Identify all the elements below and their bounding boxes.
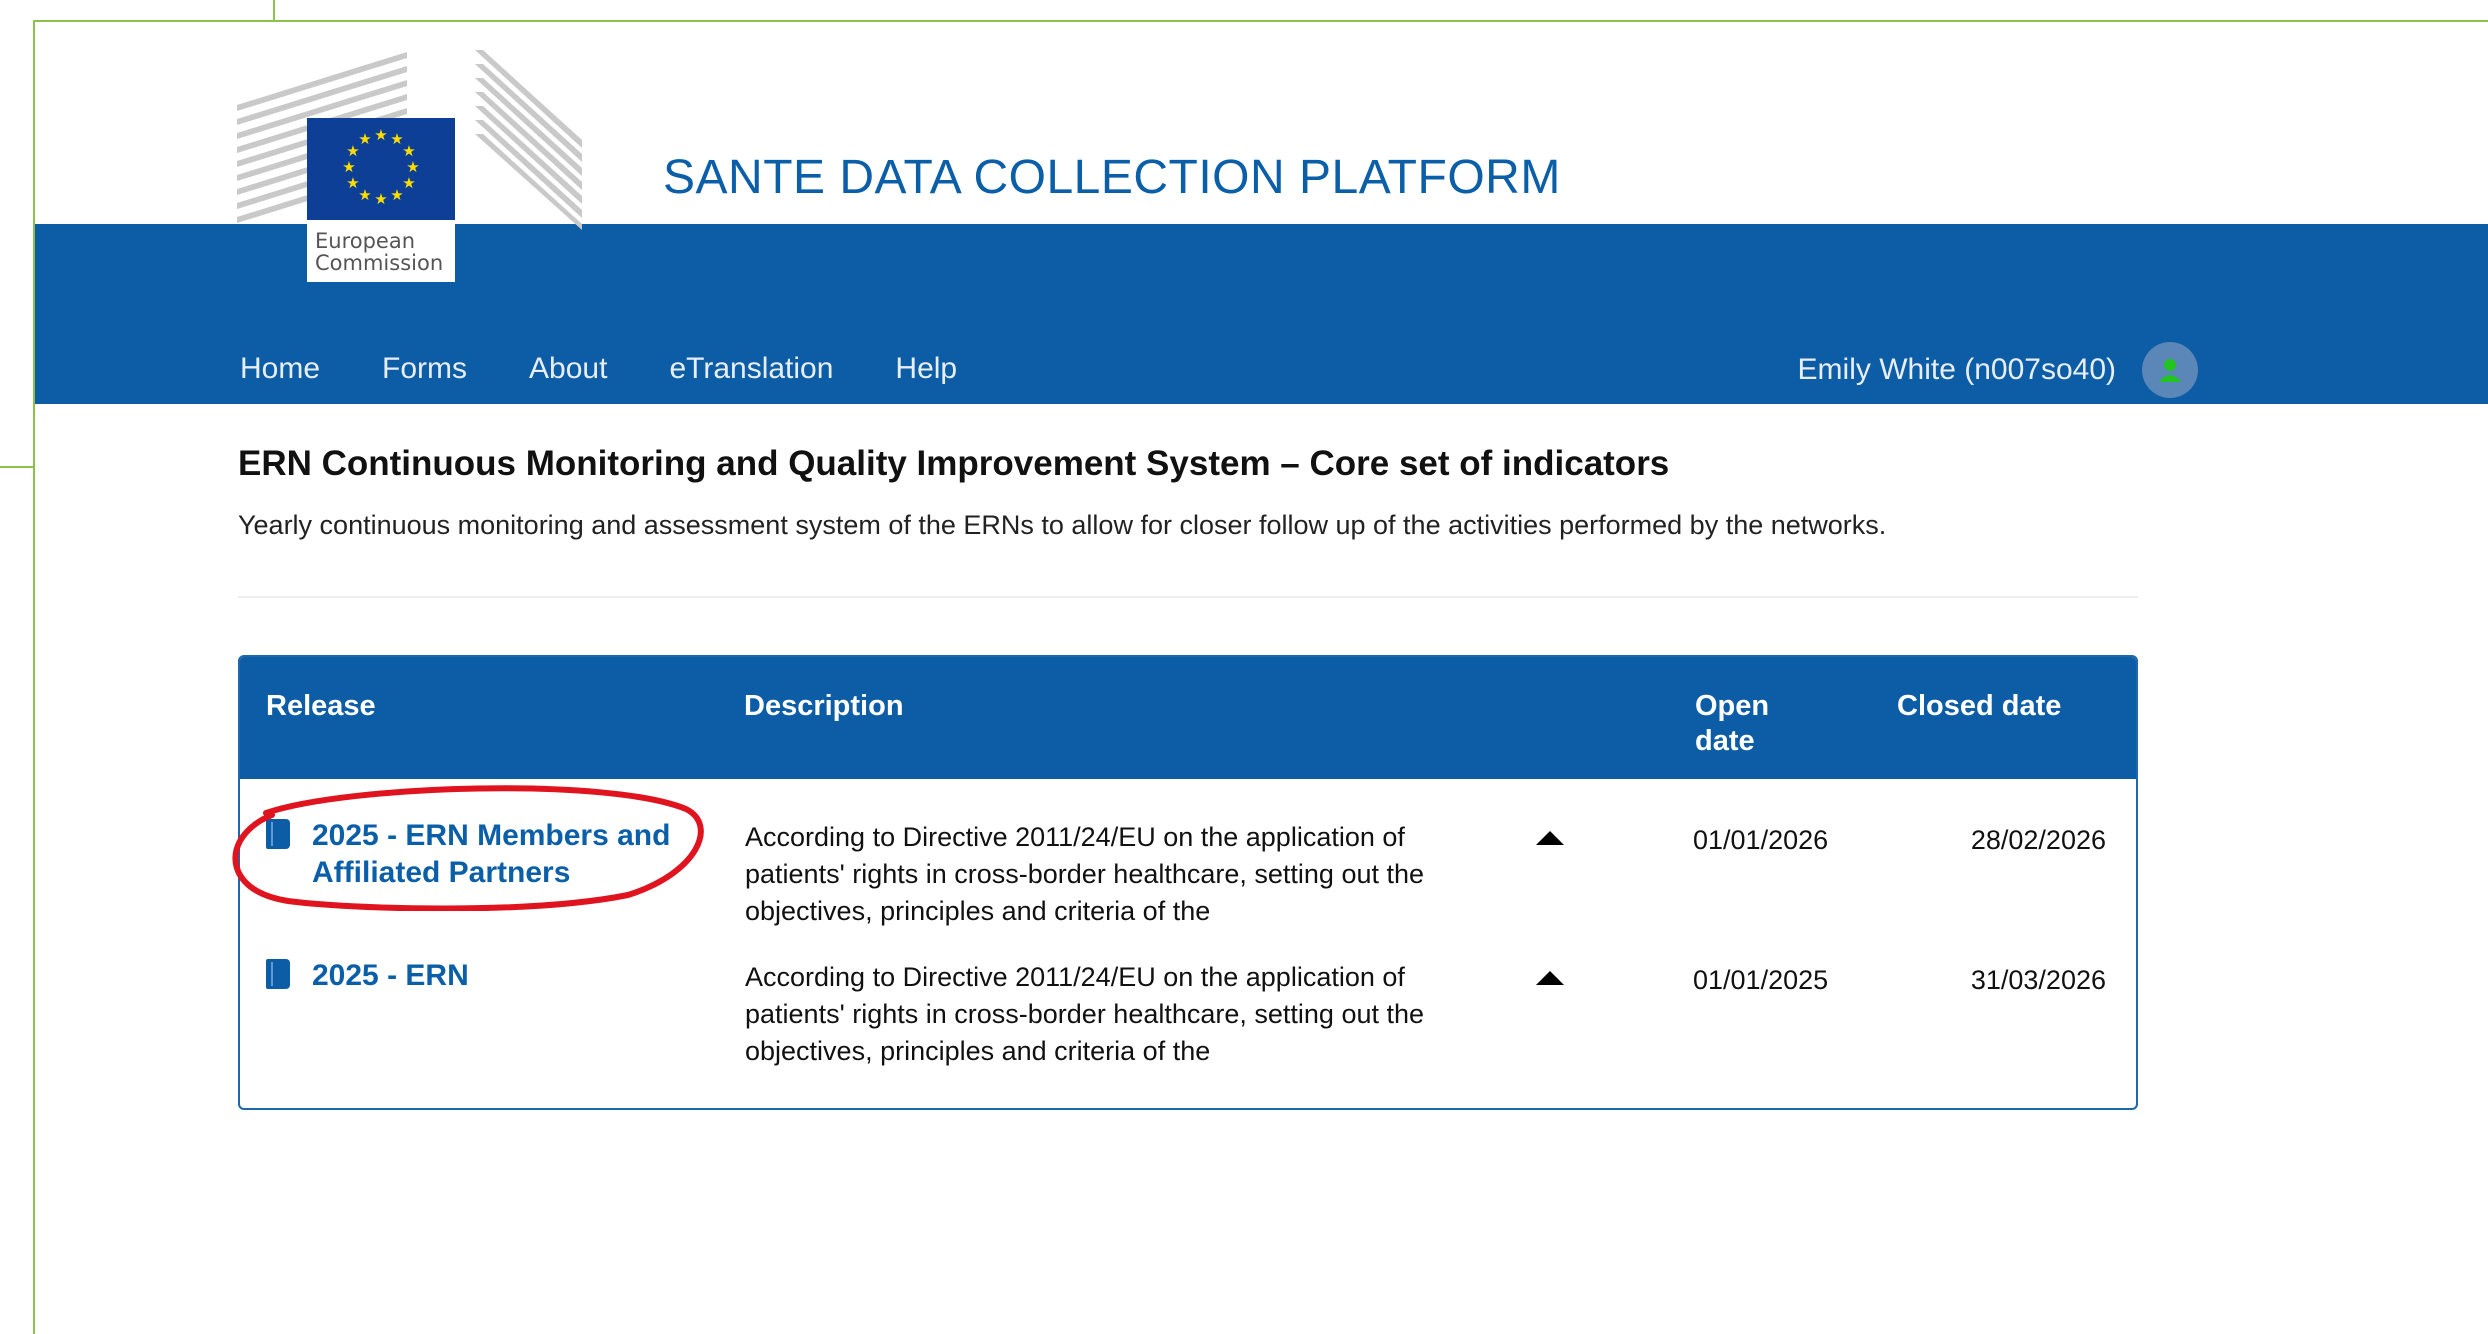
open-date: 01/01/2025: [1693, 965, 1829, 995]
svg-text:★: ★: [358, 186, 371, 204]
page-description: Yearly continuous monitoring and assessm…: [238, 510, 1887, 540]
svg-text:★: ★: [342, 158, 355, 176]
column-header-release: Release: [266, 690, 376, 722]
svg-text:★: ★: [402, 174, 415, 192]
book-icon: [266, 819, 290, 849]
table-row: 2025 - ERN Members and Affiliated Partne…: [240, 807, 2136, 947]
expand-caret-icon[interactable]: [1536, 831, 1564, 845]
page-title: ERN Continuous Monitoring and Quality Im…: [238, 444, 1670, 483]
logo-text-line1: European: [315, 229, 415, 253]
site-header: ★ ★ ★ ★ ★ ★ ★ ★ ★ ★ ★ ★ European Commiss…: [35, 22, 2488, 404]
svg-text:★: ★: [346, 174, 359, 192]
release-link[interactable]: 2025 - ERN: [312, 957, 732, 994]
column-header-open-date: Open date: [1695, 690, 1770, 757]
user-name[interactable]: Emily White (n007so40): [1798, 353, 2116, 387]
book-icon: [266, 959, 290, 989]
svg-text:★: ★: [390, 186, 403, 204]
svg-text:★: ★: [374, 190, 387, 208]
svg-text:★: ★: [358, 130, 371, 148]
release-description: According to Directive 2011/24/EU on the…: [745, 822, 1425, 926]
closed-date: 28/02/2026: [1970, 825, 2106, 855]
main-nav: Home Forms About eTranslation Help: [240, 352, 1019, 386]
release-description: According to Directive 2011/24/EU on the…: [745, 962, 1425, 1066]
logo-text-line2: Commission: [315, 251, 443, 275]
nav-etranslation[interactable]: eTranslation: [669, 352, 833, 386]
releases-table: Release Description Open date Closed dat…: [238, 655, 2138, 1110]
site-title: SANTE DATA COLLECTION PLATFORM: [663, 151, 1561, 204]
release-link[interactable]: 2025 - ERN Members and Affiliated Partne…: [312, 817, 732, 891]
user-icon[interactable]: [2142, 342, 2198, 398]
nav-forms[interactable]: Forms: [382, 352, 467, 386]
european-commission-logo: ★ ★ ★ ★ ★ ★ ★ ★ ★ ★ ★ ★ European Commiss…: [237, 50, 582, 282]
divider: [238, 596, 2138, 598]
closed-date: 31/03/2026: [1970, 965, 2106, 995]
nav-help[interactable]: Help: [895, 352, 957, 386]
column-header-closed-date: Closed date: [1897, 690, 2062, 722]
expand-caret-icon[interactable]: [1536, 971, 1564, 985]
nav-about[interactable]: About: [529, 352, 607, 386]
nav-home[interactable]: Home: [240, 352, 320, 386]
table-header: Release Description Open date Closed dat…: [240, 657, 2136, 779]
svg-text:★: ★: [374, 126, 387, 144]
guide-line: [273, 0, 275, 20]
open-date: 01/01/2026: [1693, 825, 1829, 855]
guide-line: [0, 466, 35, 468]
column-header-description: Description: [744, 690, 904, 722]
user-menu[interactable]: Emily White (n007so40): [1798, 342, 2198, 398]
table-row: 2025 - ERN According to Directive 2011/2…: [240, 947, 2136, 1087]
